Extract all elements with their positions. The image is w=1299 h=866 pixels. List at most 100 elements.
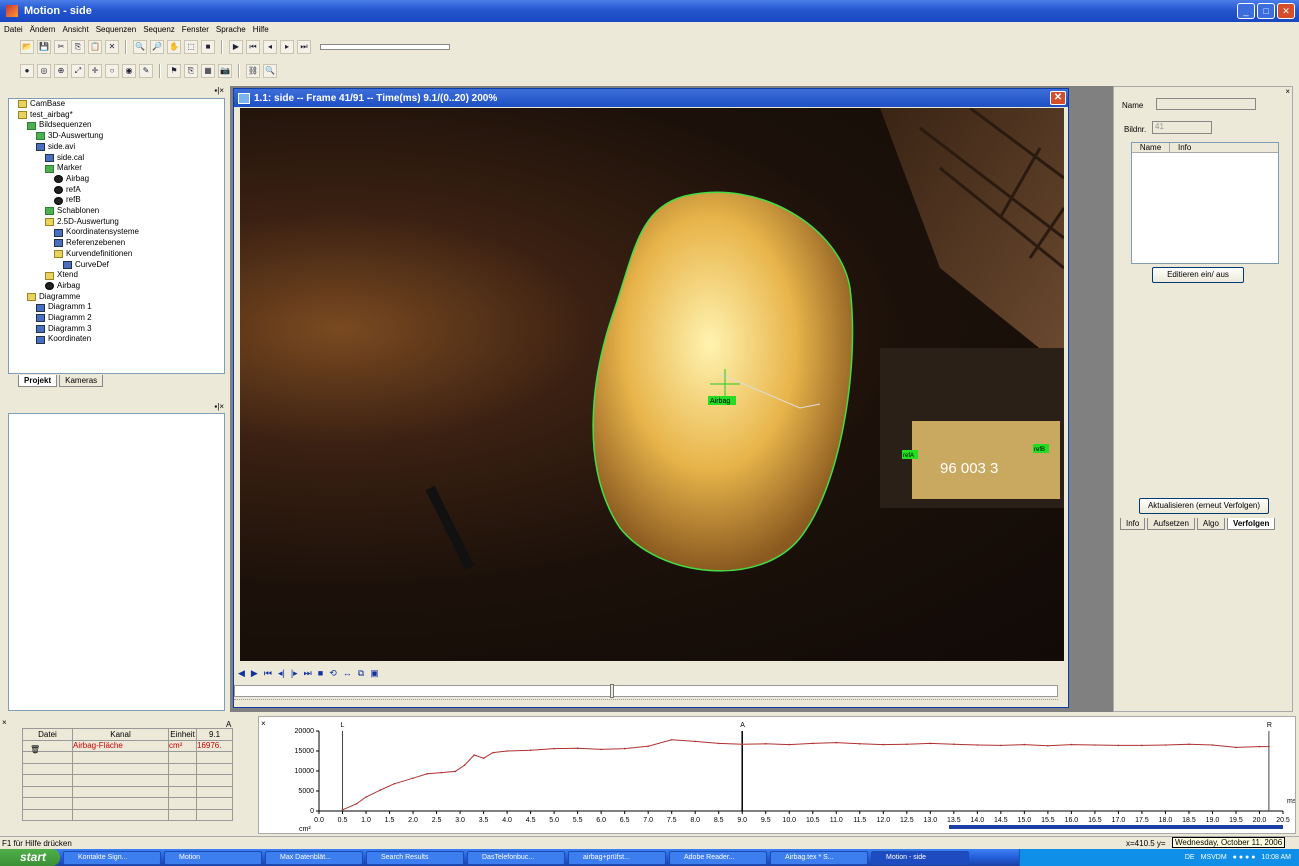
next-icon[interactable]: ▸ bbox=[280, 40, 294, 54]
tree-item[interactable]: test_airbag* bbox=[9, 110, 224, 121]
snapshot-icon[interactable]: ⧉ bbox=[358, 668, 364, 679]
stop-icon[interactable]: ■ bbox=[318, 668, 323, 678]
timeline-slider[interactable] bbox=[234, 684, 1058, 698]
tree-item[interactable]: Koordinatensysteme bbox=[9, 227, 224, 238]
prev-icon[interactable]: ◂ bbox=[263, 40, 277, 54]
start-button[interactable]: start bbox=[0, 849, 60, 866]
panel-close-icon[interactable]: × bbox=[261, 719, 266, 728]
link-icon[interactable]: ⛓ bbox=[246, 64, 260, 78]
close-icon[interactable]: ✕ bbox=[1050, 91, 1066, 105]
tree-item[interactable]: Diagramme bbox=[9, 292, 224, 303]
tree-item[interactable]: refA bbox=[9, 185, 224, 196]
menu-item-2[interactable]: Ansicht bbox=[62, 25, 88, 34]
find-icon[interactable]: 🔍 bbox=[133, 40, 147, 54]
copy-icon[interactable]: ⎘ bbox=[184, 64, 198, 78]
grid-icon[interactable]: ▦ bbox=[201, 64, 215, 78]
play-icon[interactable]: ▶ bbox=[229, 40, 243, 54]
taskbar-item[interactable]: Motion bbox=[164, 850, 262, 865]
delete-icon[interactable]: ✕ bbox=[105, 40, 119, 54]
copy-icon[interactable]: ⎘ bbox=[71, 40, 85, 54]
tree-item[interactable]: Diagramm 1 bbox=[9, 302, 224, 313]
col-name[interactable]: Name bbox=[1132, 143, 1170, 152]
panel-close-icon[interactable]: ▪|× bbox=[214, 86, 224, 95]
menu-item-5[interactable]: Fenster bbox=[182, 25, 209, 34]
target-icon[interactable]: ◎ bbox=[37, 64, 51, 78]
tree-item[interactable]: refB bbox=[9, 195, 224, 206]
zoom-icon[interactable]: 🔎 bbox=[150, 40, 164, 54]
taskbar-item[interactable]: Search Results bbox=[366, 850, 464, 865]
tree-item[interactable]: Airbag bbox=[9, 281, 224, 292]
back-icon[interactable]: ◀ bbox=[238, 668, 245, 679]
tab-verfolgen[interactable]: Verfolgen bbox=[1226, 518, 1276, 530]
language-indicator[interactable]: DE bbox=[1185, 854, 1195, 861]
channel-row[interactable]: Airbag-Fläche cm² 16976. bbox=[22, 739, 233, 752]
tree-item[interactable]: Marker bbox=[9, 163, 224, 174]
tree-item[interactable]: Bildsequenzen bbox=[9, 120, 224, 131]
col-kanal[interactable]: Kanal bbox=[72, 728, 169, 741]
close-button[interactable]: ✕ bbox=[1277, 3, 1295, 19]
hand-icon[interactable]: ✋ bbox=[167, 40, 181, 54]
tree-item[interactable]: CamBase bbox=[9, 99, 224, 110]
bildnr-field[interactable]: 41 bbox=[1152, 121, 1212, 134]
dot-icon[interactable]: ◉ bbox=[122, 64, 136, 78]
trash-icon[interactable]: 🗑 bbox=[30, 745, 40, 754]
select-icon[interactable]: ⬚ bbox=[184, 40, 198, 54]
tab-aufsetzen[interactable]: Aufsetzen bbox=[1147, 518, 1195, 530]
menu-item-3[interactable]: Sequenzen bbox=[96, 25, 136, 34]
tree-item[interactable]: Referenzebenen bbox=[9, 238, 224, 249]
tab-projekt[interactable]: Projekt bbox=[18, 375, 58, 387]
taskbar-item[interactable]: Kontakte Sign... bbox=[63, 850, 161, 865]
tree-item[interactable]: CurveDef bbox=[9, 260, 224, 271]
marker-list[interactable]: Name Info bbox=[1131, 142, 1279, 264]
plot-scrollbar[interactable] bbox=[949, 825, 1283, 829]
tree-item[interactable]: Airbag bbox=[9, 174, 224, 185]
panel-close-icon[interactable]: × bbox=[1285, 87, 1290, 96]
taskbar-item[interactable]: DasTelefonbuc... bbox=[467, 850, 565, 865]
taskbar-item[interactable]: airbag+prüfst... bbox=[568, 850, 666, 865]
tree-item[interactable]: Kurvendefinitionen bbox=[9, 249, 224, 260]
flag-icon[interactable]: ⚑ bbox=[167, 64, 181, 78]
tree-item[interactable]: 2.5D-Auswertung bbox=[9, 217, 224, 228]
tree-item[interactable]: 3D-Auswertung bbox=[9, 131, 224, 142]
menu-item-0[interactable]: Datei bbox=[4, 25, 23, 34]
next-frame-icon[interactable]: |▸ bbox=[291, 668, 298, 679]
tree-item[interactable]: side.avi bbox=[9, 142, 224, 153]
bounce-icon[interactable]: ↔ bbox=[343, 668, 352, 678]
search-icon[interactable]: 🔍 bbox=[263, 64, 277, 78]
tab-kameras[interactable]: Kameras bbox=[59, 375, 104, 387]
marker-refa-label[interactable]: refA bbox=[903, 453, 914, 459]
panel-close-icon[interactable]: × bbox=[2, 718, 7, 727]
rewind-icon[interactable]: ⏮ bbox=[246, 40, 260, 54]
menu-item-6[interactable]: Sprache bbox=[216, 25, 246, 34]
taskbar-item[interactable]: Max Datenblät... bbox=[265, 850, 363, 865]
tray-app[interactable]: MSVDM bbox=[1201, 854, 1227, 861]
tree-item[interactable]: side.cal bbox=[9, 153, 224, 164]
cross-icon[interactable]: ✛ bbox=[88, 64, 102, 78]
last-frame-icon[interactable]: ⏭ bbox=[304, 668, 312, 679]
tree-item[interactable]: Diagramm 2 bbox=[9, 313, 224, 324]
marker-airbag-label[interactable]: Airbag bbox=[710, 398, 730, 405]
camera-icon[interactable]: 📷 bbox=[218, 64, 232, 78]
toolbar-slider[interactable] bbox=[320, 44, 450, 50]
tab-algo[interactable]: Algo bbox=[1196, 518, 1225, 530]
end-icon[interactable]: ⏭ bbox=[297, 40, 311, 54]
crosshair-icon[interactable]: ⊕ bbox=[54, 64, 68, 78]
taskbar-item[interactable]: Motion - side bbox=[871, 850, 969, 865]
loop-icon[interactable]: ⟲ bbox=[329, 668, 337, 679]
area-plot[interactable]: 0.0 0.5 1.0 1.5 2.0 2.5 3.0 3.5 4.0 4.5 5.0 5.5 6.0 6… bbox=[259, 717, 1297, 833]
fit-icon[interactable]: ▣ bbox=[370, 668, 379, 679]
tab-info[interactable]: Info bbox=[1120, 518, 1146, 530]
maximize-button[interactable]: □ bbox=[1257, 3, 1275, 19]
cut-icon[interactable]: ✂ bbox=[54, 40, 68, 54]
timeline-thumb[interactable] bbox=[610, 684, 614, 698]
folder-open-icon[interactable]: 📂 bbox=[20, 40, 34, 54]
stop-icon[interactable]: ■ bbox=[201, 40, 215, 54]
project-tree[interactable]: CamBase test_airbag* Bildsequenzen 3D-Auswe… bbox=[8, 98, 225, 374]
play-icon[interactable]: ▶ bbox=[251, 668, 258, 679]
col-info[interactable]: Info bbox=[1170, 143, 1191, 152]
pen-icon[interactable]: ✎ bbox=[139, 64, 153, 78]
tree-item[interactable]: Xtend bbox=[9, 270, 224, 281]
circle-icon[interactable]: ● bbox=[20, 64, 34, 78]
prev-frame-icon[interactable]: ◂| bbox=[278, 668, 285, 679]
edit-toggle-button[interactable]: Editieren ein/ aus bbox=[1152, 267, 1244, 283]
